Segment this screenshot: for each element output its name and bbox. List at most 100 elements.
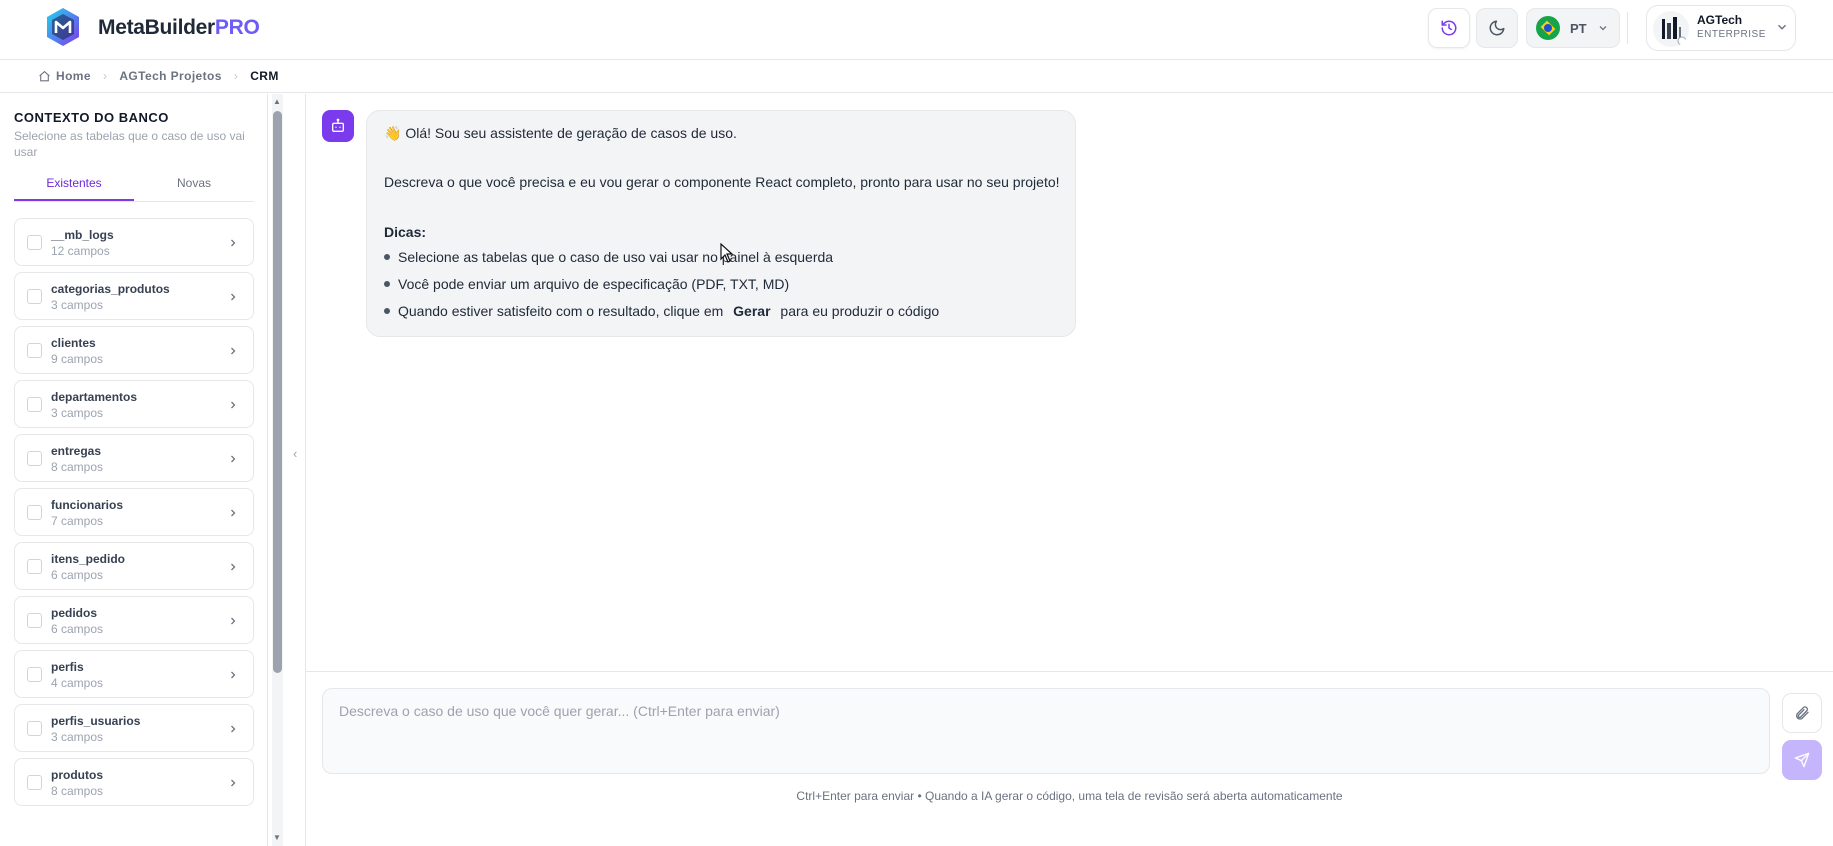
tab-novas[interactable]: Novas [134, 173, 254, 201]
user-plan: ENTERPRISE [1697, 29, 1766, 40]
table-checkbox[interactable] [27, 559, 42, 574]
send-button[interactable] [1782, 740, 1822, 780]
tip-1: Selecione as tabelas que o caso de uso v… [398, 249, 834, 265]
intro-text: Descreva o que você precisa e eu vou ger… [384, 174, 1060, 190]
table-row[interactable]: produtos 8 campos [14, 758, 254, 806]
table-row[interactable]: categorias_produtos 3 campos [14, 272, 254, 320]
table-checkbox[interactable] [27, 397, 42, 412]
chevron-right-icon[interactable] [227, 777, 239, 789]
table-row[interactable]: departamentos 3 campos [14, 380, 254, 428]
app-header: MetaBuilderPRO PT AGTech ENTERPRISE [0, 0, 1833, 60]
chevron-right-icon: › [233, 69, 239, 83]
chevron-right-icon[interactable] [227, 453, 239, 465]
panel-description: Selecione as tabelas que o caso de uso v… [14, 129, 245, 159]
chevron-right-icon[interactable] [227, 561, 239, 573]
table-row[interactable]: __mb_logs 12 campos [14, 218, 254, 266]
breadcrumb-label: Home [56, 69, 91, 83]
bullet [384, 308, 390, 314]
table-name: __mb_logs [51, 228, 114, 242]
panel-title: CONTEXTO DO BANCO [14, 110, 169, 125]
table-name: perfis [51, 660, 84, 674]
history-button[interactable] [1428, 8, 1470, 48]
chevron-down-icon [1599, 26, 1607, 31]
table-row[interactable]: itens_pedido 6 campos [14, 542, 254, 590]
sidebar-scrollbar-thumb[interactable] [273, 111, 282, 673]
mouse-cursor-icon [720, 243, 734, 263]
attach-file-button[interactable] [1782, 693, 1822, 733]
chevron-right-icon[interactable] [227, 669, 239, 681]
table-name: itens_pedido [51, 552, 126, 566]
scroll-up-icon[interactable]: ▲ [273, 97, 281, 106]
table-name: funcionarios [51, 498, 124, 512]
table-list: __mb_logs 12 campos categorias_produtos 3 c… [14, 218, 254, 812]
breadcrumb: Home › AGTech Projetos › CRM [0, 60, 1833, 93]
table-checkbox[interactable] [27, 289, 42, 304]
tip-3: Quando estiver satisfeito com o resultad… [398, 303, 939, 319]
scroll-down-icon[interactable]: ▼ [273, 833, 281, 842]
table-checkbox[interactable] [27, 667, 42, 682]
breadcrumb-home[interactable]: Home [38, 69, 91, 83]
table-field-count: 6 campos [51, 568, 104, 582]
table-field-count: 7 campos [51, 514, 104, 528]
language-selector[interactable]: PT [1526, 8, 1620, 48]
table-checkbox[interactable] [27, 505, 42, 520]
chevron-right-icon[interactable] [227, 345, 239, 357]
table-name: clientes [51, 336, 96, 350]
table-checkbox[interactable] [27, 343, 42, 358]
avatar [1653, 11, 1689, 47]
tip-2: Você pode enviar um arquivo de especific… [398, 276, 790, 292]
chevron-right-icon: › [102, 69, 108, 83]
table-field-count: 3 campos [51, 730, 104, 744]
tip-3-after: para eu produzir o código [780, 303, 940, 319]
chevron-right-icon[interactable] [227, 237, 239, 249]
chevron-right-icon[interactable] [227, 615, 239, 627]
table-row[interactable]: clientes 9 campos [14, 326, 254, 374]
tip-3-gerar: Gerar [733, 303, 771, 319]
theme-toggle-button[interactable] [1476, 8, 1518, 48]
table-checkbox[interactable] [27, 235, 42, 250]
logo-icon[interactable] [44, 6, 82, 48]
table-row[interactable]: funcionarios 7 campos [14, 488, 254, 536]
greeting-line: 👋 Olá! Sou seu assistente de geração de … [384, 125, 737, 142]
user-menu[interactable]: AGTech ENTERPRISE [1646, 5, 1796, 51]
assistant-message: 👋 Olá! Sou seu assistente de geração de … [366, 110, 1076, 337]
table-name: pedidos [51, 606, 98, 620]
table-checkbox[interactable] [27, 775, 42, 790]
bot-avatar [322, 110, 354, 142]
table-field-count: 6 campos [51, 622, 104, 636]
table-row[interactable]: entregas 8 campos [14, 434, 254, 482]
breadcrumb-project[interactable]: AGTech Projetos [119, 69, 221, 83]
tips-title: Dicas: [384, 224, 427, 240]
table-checkbox[interactable] [27, 451, 42, 466]
table-name: perfis_usuarios [51, 714, 141, 728]
paperclip-icon [1796, 706, 1809, 720]
database-context-panel: CONTEXTO DO BANCO Selecione as tabelas q… [0, 94, 268, 846]
chevron-right-icon[interactable] [227, 291, 239, 303]
table-field-count: 8 campos [51, 460, 104, 474]
chevron-right-icon[interactable] [227, 507, 239, 519]
table-row[interactable]: perfis 4 campos [14, 650, 254, 698]
tab-existentes[interactable]: Existentes [14, 173, 134, 201]
table-row[interactable]: perfis_usuarios 3 campos [14, 704, 254, 752]
chevron-right-icon[interactable] [227, 723, 239, 735]
history-icon [1441, 20, 1457, 36]
breadcrumb-current: CRM [250, 69, 279, 83]
table-name: entregas [51, 444, 102, 458]
collapse-sidebar-handle[interactable]: ‹ [290, 94, 306, 846]
table-row[interactable]: pedidos 6 campos [14, 596, 254, 644]
use-case-input[interactable]: Descreva o caso de uso que você quer ger… [322, 688, 1770, 774]
table-field-count: 3 campos [51, 298, 104, 312]
header-divider [1627, 12, 1628, 44]
bot-icon [332, 118, 344, 132]
collapse-sidebar-icon: ‹ [293, 446, 298, 461]
composer-hint: Ctrl+Enter para enviar • Quando a IA ger… [796, 789, 1343, 803]
table-checkbox[interactable] [27, 721, 42, 736]
brand-suffix: PRO [214, 16, 260, 39]
brand-name[interactable]: MetaBuilderPRO [98, 16, 260, 40]
chevron-right-icon[interactable] [227, 399, 239, 411]
table-field-count: 8 campos [51, 784, 104, 798]
table-field-count: 12 campos [51, 244, 110, 258]
moon-icon [1489, 20, 1505, 36]
brazil-flag-icon [1536, 16, 1560, 40]
table-checkbox[interactable] [27, 613, 42, 628]
